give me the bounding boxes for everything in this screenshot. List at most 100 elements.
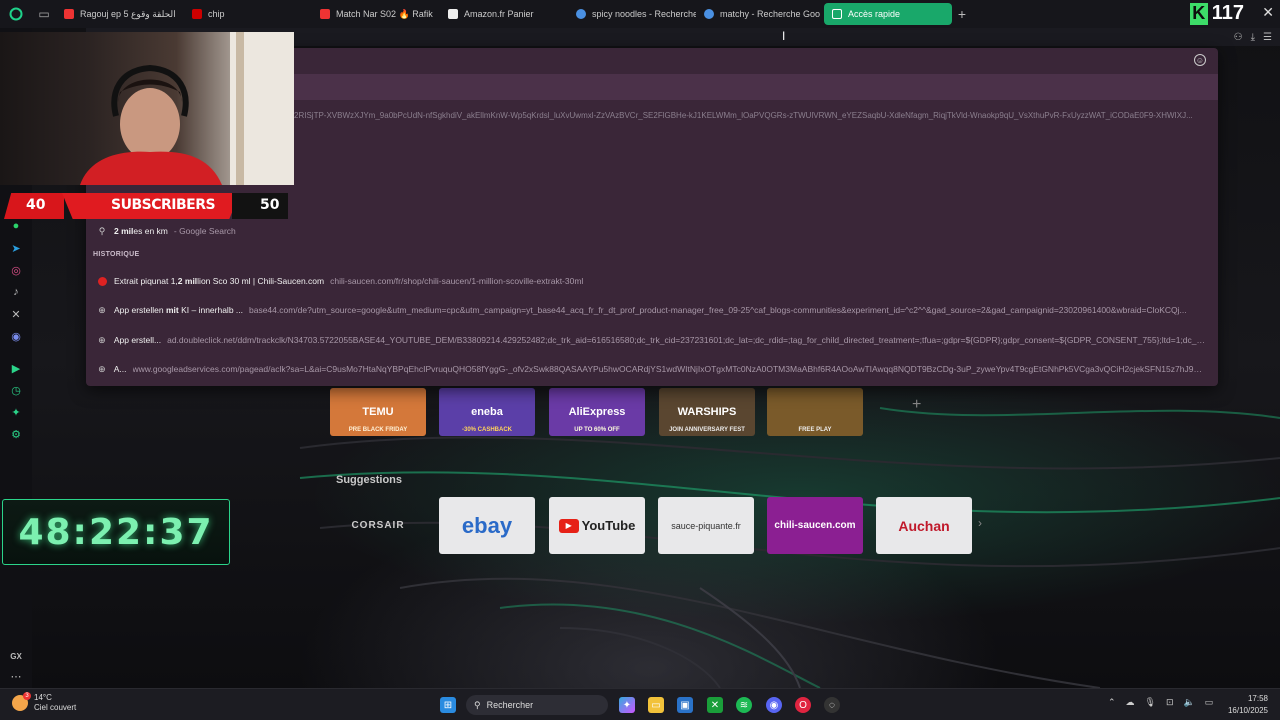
notification-badge: 3 [23, 692, 31, 700]
weather-widget[interactable]: 3 14°C Ciel couvert [12, 692, 77, 713]
suggestion-auchan[interactable]: Auchan [876, 497, 972, 554]
extensions-icon[interactable]: ✦ [8, 404, 24, 420]
webcam-overlay [0, 32, 294, 185]
youtube-play-icon: ▶ [558, 518, 579, 533]
youtube-favicon-icon [192, 9, 202, 19]
tab-bar: ▭ Ragouj ep 5 الحلقة وقوع chip Match Nar… [0, 0, 1280, 28]
settings-gear-icon[interactable]: ⚙ [8, 426, 24, 442]
emoji-icon[interactable]: ☺ [1194, 54, 1206, 66]
subscriber-goal-bar: 40 SUBSCRIBERS 50 [4, 193, 288, 219]
globe-icon: ⊕ [98, 304, 106, 315]
opera-gx-logo-icon[interactable] [0, 0, 32, 28]
tab-1[interactable]: chip [184, 3, 312, 25]
windows-taskbar: 3 14°C Ciel couvert ⊞ ⚲ Rechercher ✦ ▭ ▣… [0, 688, 1280, 720]
globe-icon: ⊕ [98, 363, 106, 374]
tab-6[interactable]: Accès rapide [824, 3, 952, 25]
tab-2[interactable]: Match Nar S02 🔥 Rafik [312, 3, 440, 25]
workspaces-icon[interactable]: ▭ [32, 0, 56, 28]
speed-dial-favicon-icon [832, 9, 842, 19]
speed-dial-eneba[interactable]: eneba -30% CASHBACK [439, 388, 535, 436]
history-icon[interactable]: ◷ [8, 382, 24, 398]
file-explorer-icon[interactable]: ▭ [648, 697, 664, 713]
gx-counter: K 117 [1189, 2, 1244, 25]
discord-icon[interactable]: ◉ [766, 697, 782, 713]
sub-count-current: 40 [26, 197, 46, 213]
timer-value: 48:22:37 [18, 511, 214, 553]
copilot-icon[interactable]: ✦ [619, 697, 635, 713]
x-icon[interactable]: ✕ [8, 306, 24, 322]
search-icon: ⚲ [474, 699, 481, 710]
taskbar-search[interactable]: ⚲ Rechercher [466, 695, 608, 715]
counter-value: 117 [1211, 2, 1244, 24]
sub-count-goal: 50 [260, 197, 280, 213]
discord-icon[interactable]: ◉ [8, 328, 24, 344]
history-row[interactable]: ⊕ A... www.googleadservices.com/pagead/a… [96, 360, 1206, 378]
weather-condition: Ciel couvert [34, 703, 77, 712]
youtube-favicon-icon [320, 9, 330, 19]
kick-logo-icon: K [1189, 2, 1208, 25]
spotify-icon[interactable]: ≋ [736, 697, 752, 713]
telegram-icon[interactable]: ➤ [8, 240, 24, 256]
google-favicon-icon [704, 9, 714, 19]
speed-dial-temu[interactable]: TEMU PRE BLACK FRIDAY [330, 388, 426, 436]
tiktok-icon[interactable]: ♪ [8, 284, 24, 300]
chili-saucen-favicon-icon [96, 275, 108, 287]
close-window-icon[interactable]: ✕ [1262, 4, 1274, 21]
tab-0[interactable]: Ragouj ep 5 الحلقة وقوع [56, 3, 184, 25]
weather-icon: 3 [12, 692, 31, 711]
tab-5[interactable]: matchy - Recherche Goo [696, 3, 824, 25]
download-icon[interactable]: ⤓ [1251, 32, 1255, 43]
history-row[interactable]: ⊕ App erstellen mit KI – innerhalb ... b… [96, 301, 1206, 319]
globe-icon: ⊕ [98, 334, 106, 345]
suggestion-youtube[interactable]: ▶ YouTube [549, 497, 645, 554]
search-icon: ⚲ [98, 225, 106, 236]
microphone-icon[interactable]: 🎙 [1145, 697, 1156, 708]
battery-icon[interactable]: ▭ [1205, 697, 1214, 708]
text-cursor-icon: I [782, 29, 786, 43]
new-tab-button[interactable]: + [952, 6, 972, 22]
youtube-favicon-icon [64, 9, 74, 19]
more-icon[interactable]: ⋯ [8, 668, 24, 684]
store-icon[interactable]: ▣ [677, 697, 693, 713]
history-section-label: HISTORIQUE [93, 251, 140, 258]
gx-label[interactable]: GX [8, 648, 24, 664]
network-icon[interactable]: ⊡ [1166, 697, 1174, 708]
suggestion-chili-saucen[interactable]: chili-saucen.com [767, 497, 863, 554]
tab-4[interactable]: spicy noodles - Recherche [568, 3, 696, 25]
add-speed-dial-button[interactable]: + [912, 396, 921, 414]
clock-time: 17:58 [1247, 694, 1268, 703]
suggestions-title: Suggestions [336, 474, 403, 486]
speed-dial-game[interactable]: FREE PLAY [767, 388, 863, 436]
suggestion-corsair[interactable]: CORSAIR [330, 497, 426, 554]
chevron-right-icon[interactable]: › [978, 516, 982, 530]
tab-3[interactable]: Amazon.fr Panier [440, 3, 568, 25]
start-button-icon[interactable]: ⊞ [440, 697, 456, 713]
temperature: 14°C [34, 693, 52, 702]
google-favicon-icon [576, 9, 586, 19]
cloud-icon[interactable]: ☁ [1126, 697, 1135, 708]
opera-gx-icon[interactable]: O [795, 697, 811, 713]
xbox-icon[interactable]: ✕ [707, 697, 723, 713]
search-suggestion-row[interactable]: ⚲ 2 miles en km - Google Search [96, 222, 236, 240]
account-icon[interactable]: ⚇ [1234, 32, 1243, 43]
stream-timer: 48:22:37 [2, 499, 230, 565]
chevron-up-icon[interactable]: ⌃ [1108, 697, 1116, 708]
speed-dial-warships[interactable]: WARSHIPS JOIN ANNIVERSARY FEST [659, 388, 755, 436]
menu-icon[interactable]: ☰ [1263, 32, 1272, 43]
instagram-icon[interactable]: ◎ [8, 262, 24, 278]
suggestion-sauce-piquante[interactable]: sauce-piquante.fr [658, 497, 754, 554]
volume-icon[interactable]: 🔈 [1184, 697, 1195, 708]
taskbar-clock[interactable]: 17:58 16/10/2025 [1228, 693, 1268, 717]
speed-dial-aliexpress[interactable]: AliExpress UP TO 60% OFF [549, 388, 645, 436]
amazon-favicon-icon [448, 9, 458, 19]
suggestion-ebay[interactable]: ebay [439, 497, 535, 554]
history-row[interactable]: ⊕ App erstell... ad.doubleclick.net/ddm/… [96, 331, 1206, 349]
sub-label: SUBSCRIBERS [111, 197, 216, 213]
player-icon[interactable]: ▶ [8, 360, 24, 376]
clock-date: 16/10/2025 [1227, 706, 1268, 715]
long-url-text: 2RISjTP-XVBWzXJYm_9a0bPcUdN-nfSgkhdiV_ak… [294, 111, 1193, 120]
system-tray: ⌃ ☁ 🎙 ⊡ 🔈 ▭ [1108, 697, 1213, 708]
whatsapp-icon[interactable]: ● [8, 218, 24, 234]
obs-icon[interactable]: ◌ [824, 697, 840, 713]
history-row[interactable]: Extrait piqunat 1,2 million Sco 30 ml | … [96, 272, 1206, 290]
